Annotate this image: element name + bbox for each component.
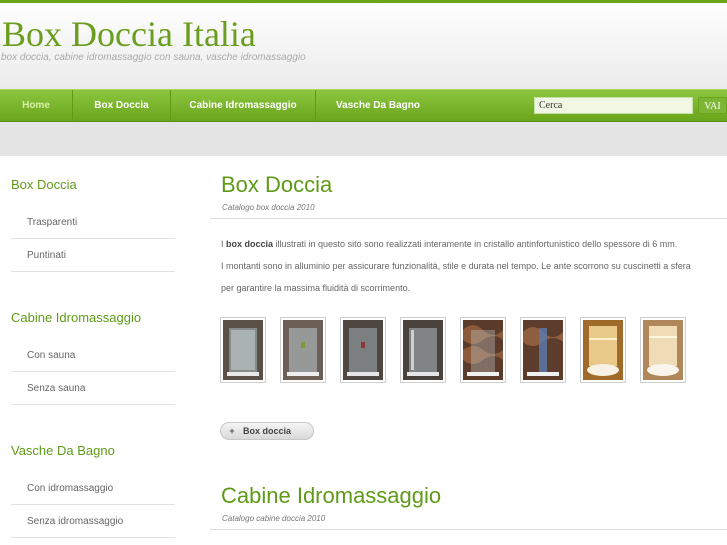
nav-box-doccia[interactable]: Box Doccia	[73, 90, 171, 121]
section-subtitle-box-doccia: Catalogo box doccia 2010	[222, 203, 315, 212]
sidebar-heading-box-doccia[interactable]: Box Doccia	[11, 177, 77, 192]
intro-paragraph-line-3: per garantire la massima fluidità di sco…	[221, 283, 411, 293]
sidebar-item-con-sauna[interactable]: Con sauna	[11, 339, 175, 372]
product-thumbnail[interactable]	[220, 317, 266, 383]
section-divider	[210, 529, 727, 530]
nav-cabine-idromassaggio[interactable]: Cabine Idromassaggio	[171, 90, 316, 121]
sidebar-item-con-idromassaggio[interactable]: Con idromassaggio	[11, 472, 175, 505]
section-subtitle-cabine: Catalogo cabine doccia 2010	[222, 514, 326, 523]
site-tagline: box doccia, cabine idromassaggio con sau…	[1, 52, 306, 63]
product-thumbnail[interactable]	[520, 317, 566, 383]
product-thumbnail[interactable]	[400, 317, 446, 383]
product-thumbnail[interactable]	[580, 317, 626, 383]
site-title[interactable]: Box Doccia Italia	[2, 13, 256, 55]
product-thumbnail[interactable]	[280, 317, 326, 383]
intro-paragraph-line-2: I montanti sono in alluminio per assicur…	[221, 261, 691, 271]
sub-banner	[0, 122, 727, 156]
sidebar-item-puntinati[interactable]: Puntinati	[11, 239, 175, 272]
box-doccia-more-button[interactable]: + Box doccia	[220, 422, 314, 440]
sidebar-item-senza-sauna[interactable]: Senza sauna	[11, 372, 175, 405]
main-navigation: Home Box Doccia Cabine Idromassaggio Vas…	[0, 89, 727, 122]
sidebar-heading-cabine[interactable]: Cabine Idromassaggio	[11, 310, 141, 325]
product-thumbnail[interactable]	[460, 317, 506, 383]
plus-icon: +	[229, 426, 235, 436]
section-divider	[210, 218, 727, 219]
search-input[interactable]: Cerca	[534, 97, 693, 114]
section-title-box-doccia: Box Doccia	[221, 172, 333, 197]
search-button[interactable]: VAI	[698, 97, 727, 114]
sidebar-item-trasparenti[interactable]: Trasparenti	[11, 206, 175, 239]
intro-line-1-text: illustrati in questo sito sono realizzat…	[273, 239, 678, 249]
intro-paragraph-line-1: I box doccia illustrati in questo sito s…	[221, 239, 677, 250]
sidebar-heading-vasche[interactable]: Vasche Da Bagno	[11, 443, 115, 458]
box-doccia-more-label: Box doccia	[243, 426, 292, 436]
sidebar-item-senza-idromassaggio[interactable]: Senza idromassaggio	[11, 505, 175, 538]
section-title-cabine: Cabine Idromassaggio	[221, 483, 442, 508]
nav-home[interactable]: Home	[0, 90, 73, 121]
product-thumbnail[interactable]	[340, 317, 386, 383]
intro-bold-term: box doccia	[226, 239, 274, 249]
product-thumbnail[interactable]	[640, 317, 686, 383]
nav-vasche-da-bagno[interactable]: Vasche Da Bagno	[316, 90, 440, 121]
site-header: Box Doccia Italia box doccia, cabine idr…	[0, 3, 727, 89]
